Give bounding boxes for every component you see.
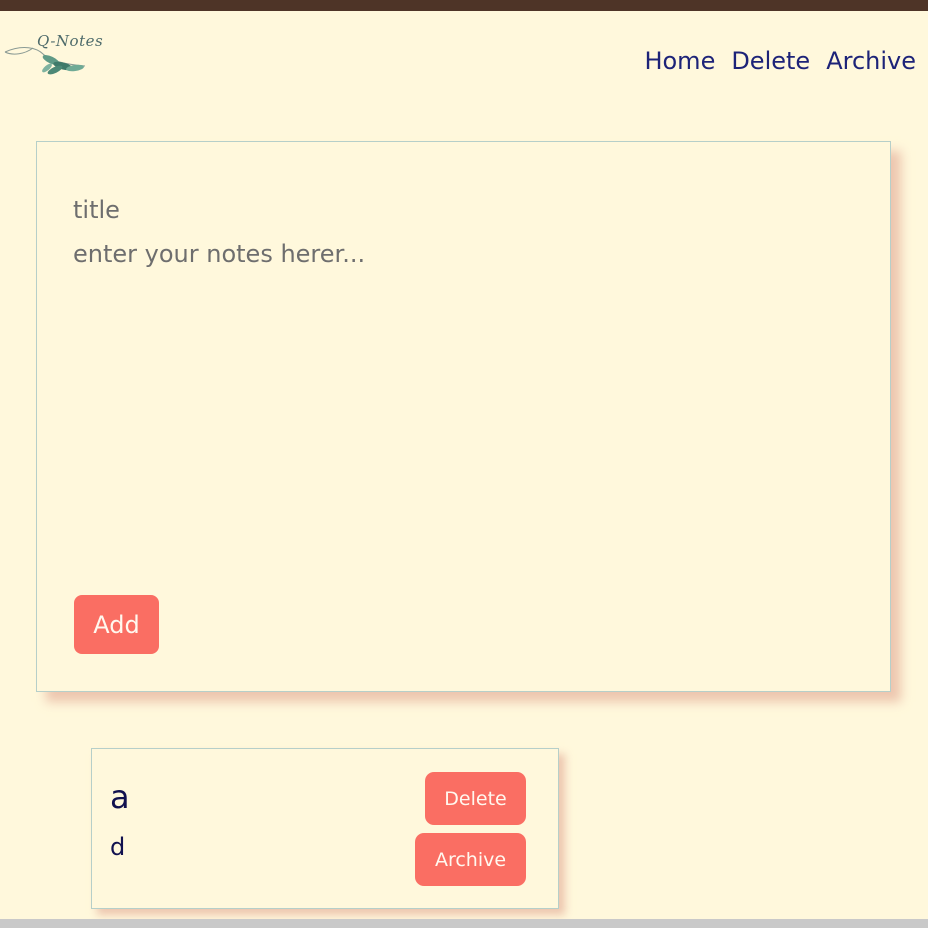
add-note-button[interactable]: Add xyxy=(74,595,159,654)
nav-home-link[interactable]: Home xyxy=(644,44,715,78)
logo-text: Q-Notes xyxy=(37,32,104,50)
note-title: a xyxy=(110,778,130,816)
note-body: d xyxy=(110,833,126,861)
horizontal-scrollbar[interactable] xyxy=(0,919,928,928)
delete-note-button[interactable]: Delete xyxy=(425,772,526,825)
note-body-textarea[interactable] xyxy=(73,240,833,570)
archive-note-button[interactable]: Archive xyxy=(415,833,526,886)
window-top-bar xyxy=(0,0,928,11)
note-card: a d Delete Archive xyxy=(91,748,559,909)
note-composer-card: Add xyxy=(36,141,891,692)
top-nav: Home Delete Archive xyxy=(644,44,916,78)
nav-delete-link[interactable]: Delete xyxy=(731,44,810,78)
note-title-input[interactable] xyxy=(73,192,833,228)
app-logo[interactable]: Q-Notes xyxy=(3,30,109,78)
nav-archive-link[interactable]: Archive xyxy=(826,44,916,78)
